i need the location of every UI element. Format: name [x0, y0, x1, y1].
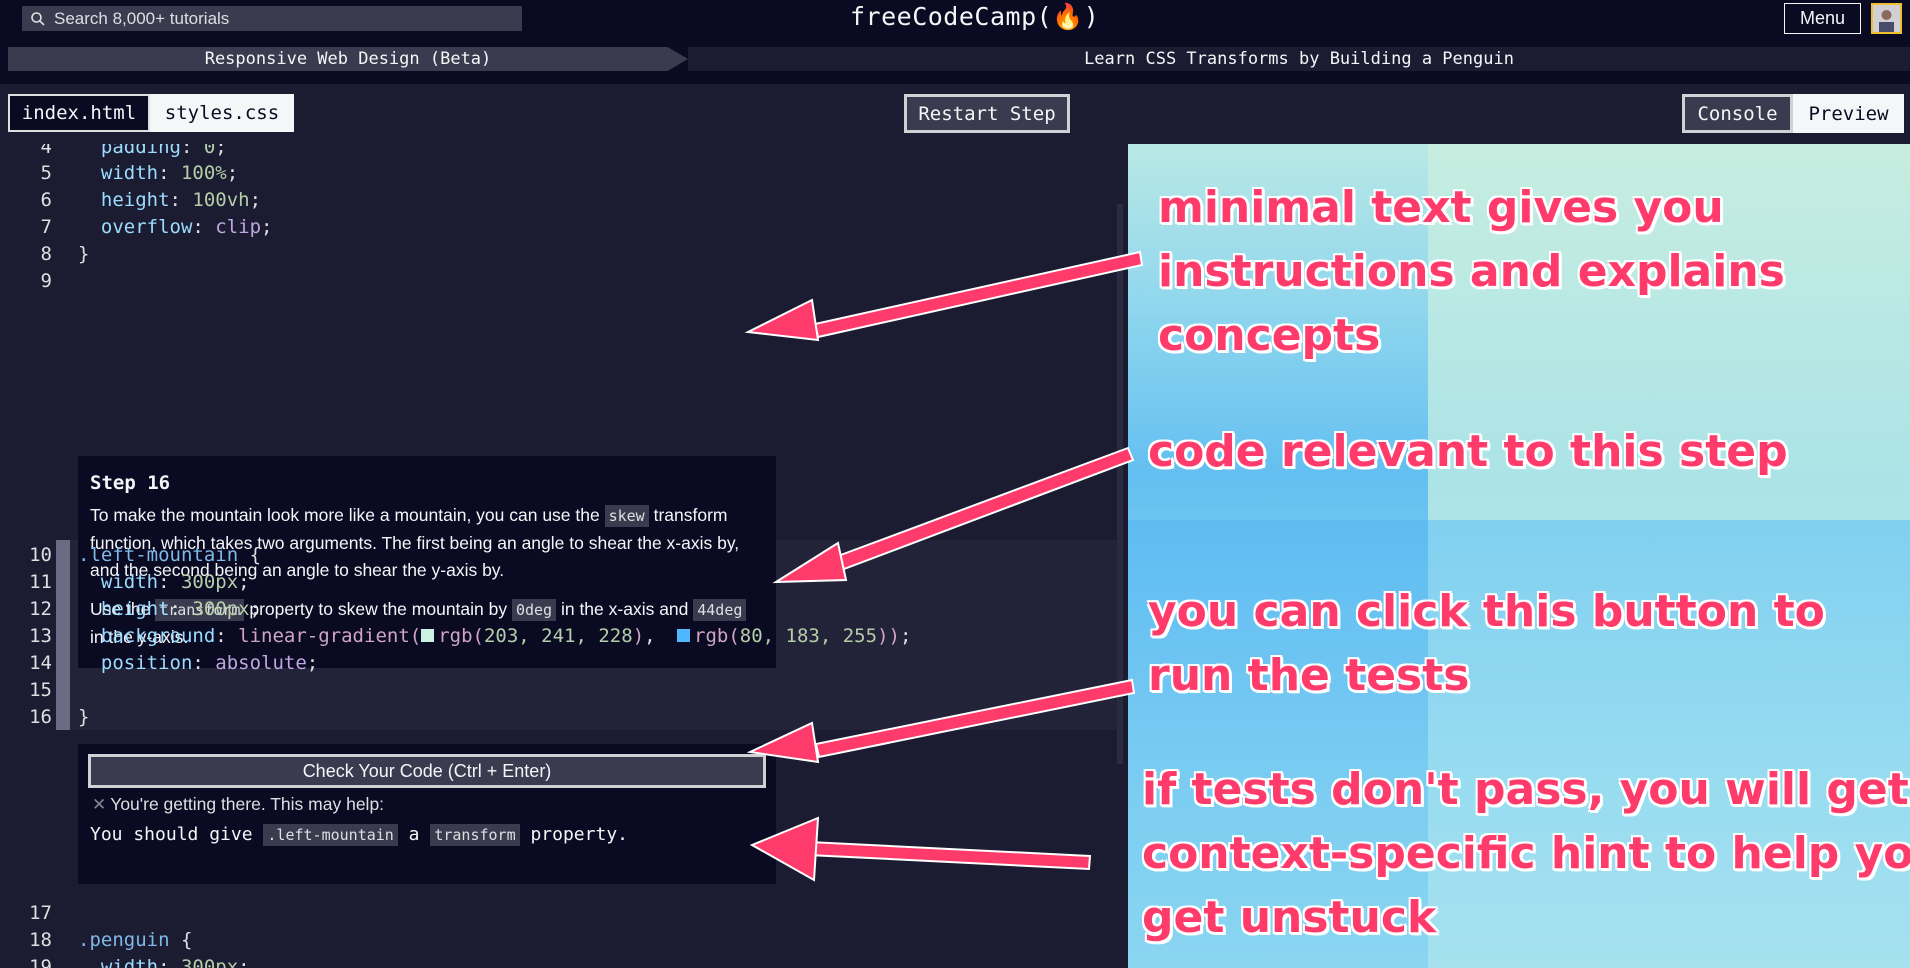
editor-toolbar: index.html styles.css Restart Step Conso…: [0, 84, 1910, 144]
line-number: 13: [29, 625, 52, 647]
line-number: 7: [40, 216, 52, 238]
check-code-button[interactable]: Check Your Code (Ctrl + Enter): [88, 754, 766, 788]
line-number: 12: [29, 598, 52, 620]
hint-intro: ✕ You're getting there. This may help:: [92, 794, 385, 814]
inline-code: 0deg: [511, 599, 557, 621]
breadcrumb-project[interactable]: Learn CSS Transforms by Building a Pengu…: [688, 47, 1910, 71]
line-number: 16: [29, 706, 52, 728]
search-input[interactable]: Search 8,000+ tutorials: [22, 6, 522, 31]
inline-code: .left-mountain: [263, 824, 398, 846]
editable-region-marker: [56, 540, 70, 730]
test-feedback-panel: Check Your Code (Ctrl + Enter) ✕ You're …: [78, 744, 776, 884]
preview-button[interactable]: Preview: [1793, 94, 1904, 133]
avatar[interactable]: [1871, 3, 1902, 34]
line-number: 4: [40, 144, 52, 158]
code-line[interactable]: width: 300px;: [78, 956, 250, 968]
breadcrumb-course[interactable]: Responsive Web Design (Beta): [8, 47, 688, 71]
close-icon: ✕: [92, 794, 107, 814]
console-button[interactable]: Console: [1682, 94, 1793, 133]
code-line[interactable]: width: 300px;: [78, 571, 250, 593]
code-line[interactable]: width: 100%;: [78, 162, 238, 184]
restart-step-button[interactable]: Restart Step: [904, 94, 1070, 133]
color-swatch: [421, 629, 435, 642]
code-line[interactable]: background: linear-gradient(rgb(203, 241…: [78, 625, 912, 647]
tab-index-html[interactable]: index.html: [8, 94, 150, 132]
line-number: 9: [40, 270, 52, 292]
line-number: 15: [29, 679, 52, 701]
line-number: 5: [40, 162, 52, 184]
line-number: 14: [29, 652, 52, 674]
line-number: 8: [40, 243, 52, 265]
code-line[interactable]: height: 100vh;: [78, 189, 261, 211]
color-swatch: [677, 629, 691, 642]
annotation-code: code relevant to this step: [1148, 426, 1788, 477]
line-number: 17: [29, 902, 52, 924]
line-number: 18: [29, 929, 52, 951]
freecodecamp-logo[interactable]: freeCodeCamp(🔥): [850, 2, 1099, 32]
inline-code: transform: [430, 824, 520, 846]
line-number: 10: [29, 544, 52, 566]
editor-scrollbar[interactable]: [1117, 204, 1123, 764]
code-line[interactable]: overflow: clip;: [78, 216, 273, 238]
hint-message: You should give .left-mountain a transfo…: [90, 824, 628, 846]
code-editor[interactable]: 4 padding: 0; 5 width: 100%; 6 height: 1…: [0, 144, 1128, 968]
code-line[interactable]: .penguin {: [78, 929, 192, 951]
annotation-button: you can click this button to run the tes…: [1148, 586, 1825, 701]
code-line[interactable]: position: absolute;: [78, 652, 318, 674]
line-number: 11: [29, 571, 52, 593]
step-title: Step 16: [90, 472, 171, 494]
tab-styles-css[interactable]: styles.css: [150, 94, 294, 132]
annotation-hint: if tests don't pass, you will get a cont…: [1142, 764, 1910, 943]
menu-button[interactable]: Menu: [1784, 3, 1861, 34]
search-placeholder: Search 8,000+ tutorials: [54, 8, 230, 28]
line-number: 6: [40, 189, 52, 211]
inline-code: 44deg: [693, 599, 747, 621]
inline-code: skew: [604, 505, 649, 527]
line-number: 19: [29, 956, 52, 968]
search-icon: [31, 11, 45, 26]
top-nav: Search 8,000+ tutorials freeCodeCamp(🔥) …: [0, 0, 1910, 36]
annotation-instructions: minimal text gives you instructions and …: [1158, 182, 1785, 361]
code-line[interactable]: padding: 0;: [78, 144, 227, 158]
breadcrumb: Responsive Web Design (Beta) Learn CSS T…: [0, 47, 1910, 71]
code-line[interactable]: }: [78, 243, 89, 265]
code-line[interactable]: height: 300px;: [78, 598, 261, 620]
code-line[interactable]: .left-mountain {: [78, 544, 261, 566]
code-line[interactable]: }: [78, 706, 89, 728]
